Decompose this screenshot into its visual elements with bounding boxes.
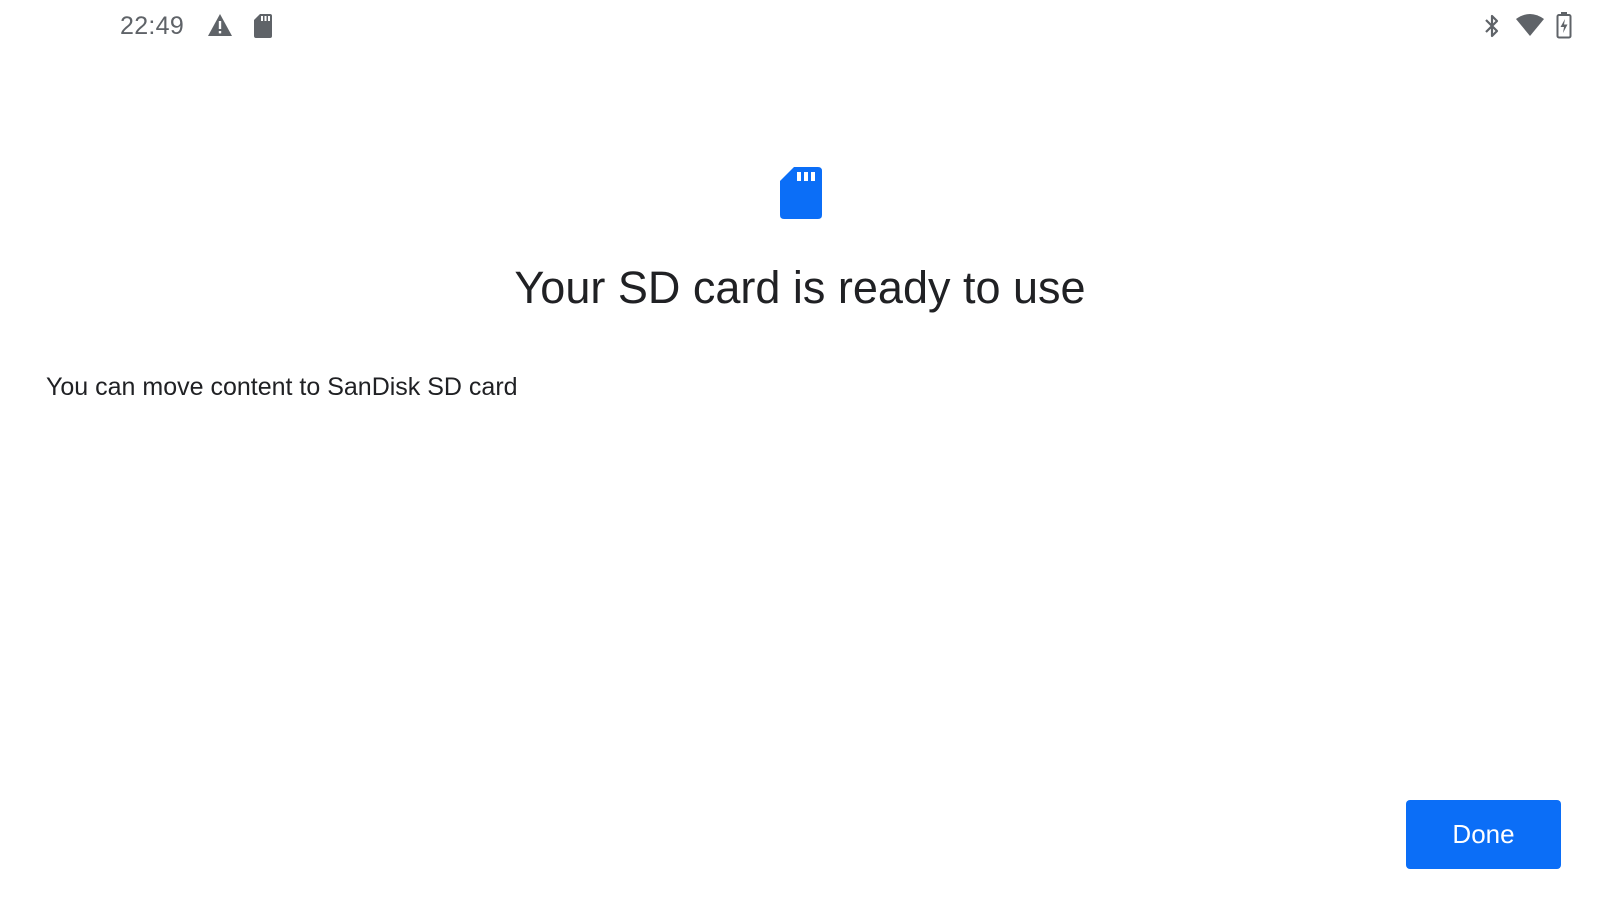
status-bar: 22:49 [0,0,1600,56]
bluetooth-icon [1485,14,1499,38]
status-time: 22:49 [120,12,185,40]
description-text: You can move content to SanDisk SD card [46,373,518,401]
page-title: Your SD card is ready to use [514,262,1086,313]
sd-card-icon [780,167,822,219]
sd-card-icon [254,14,272,38]
wifi-icon [1516,14,1544,36]
done-button[interactable]: Done [1406,800,1561,869]
warning-icon [208,14,232,36]
setup-screen: 22:49 Your SD card is ready to use You c… [0,0,1600,900]
battery-charging-icon [1556,12,1572,39]
